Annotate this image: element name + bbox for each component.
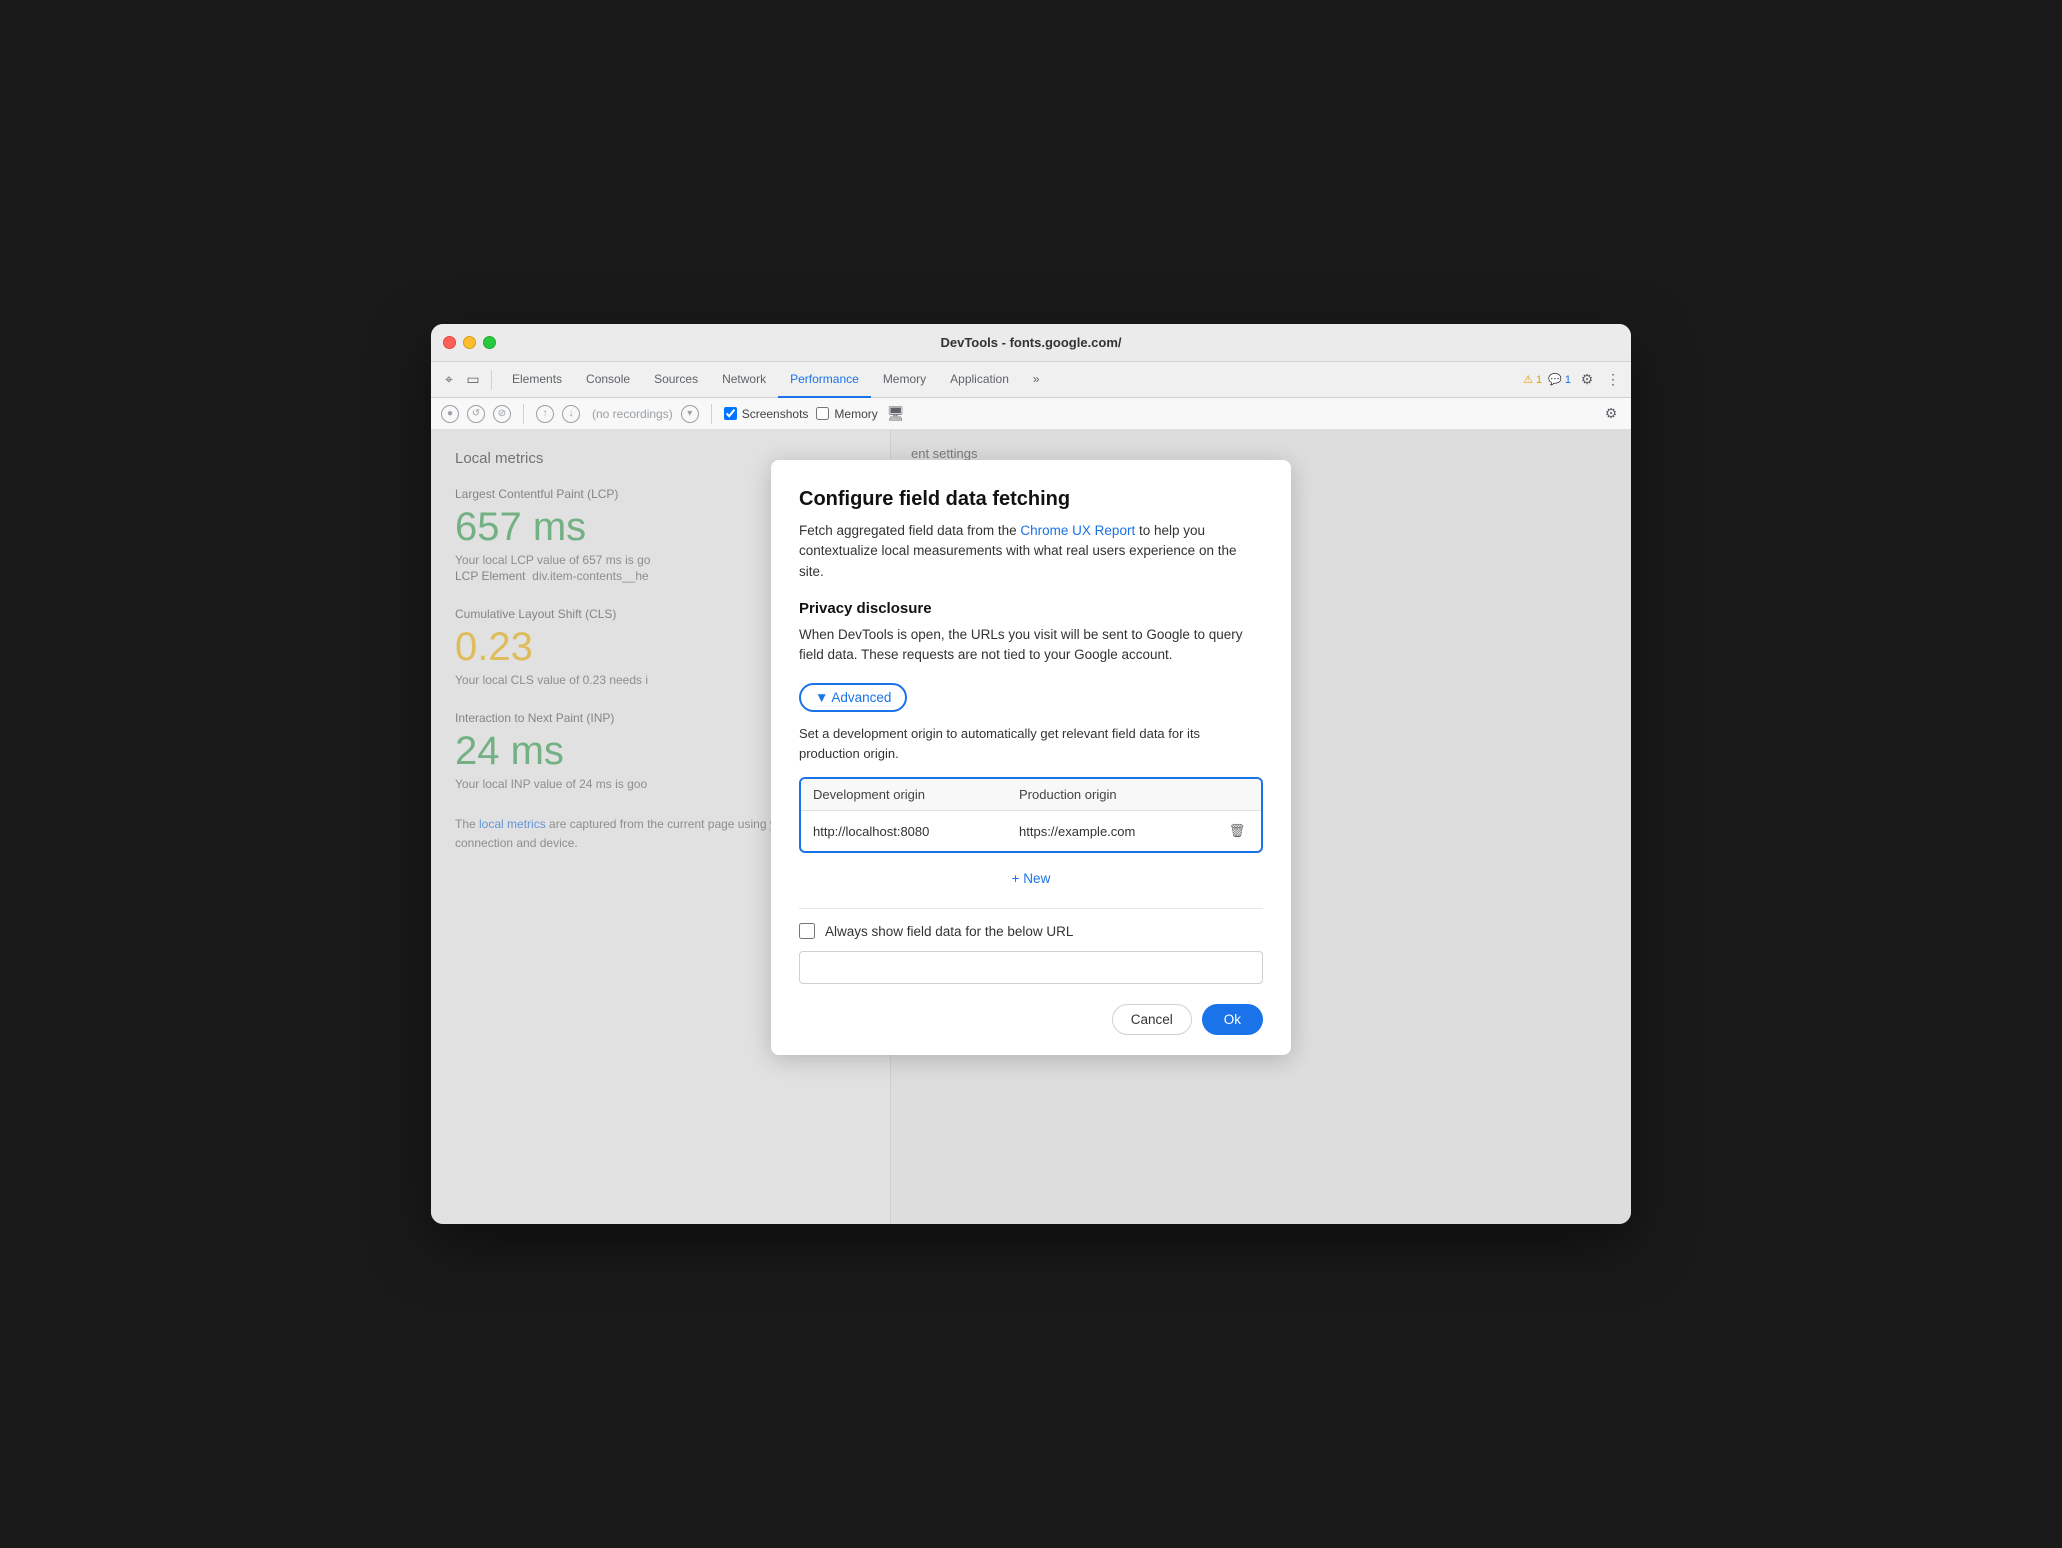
download-icon[interactable]: ↓ <box>562 405 580 423</box>
advanced-toggle[interactable]: ▼ Advanced <box>799 683 907 712</box>
add-new-label: + New <box>1012 871 1051 886</box>
advanced-label: ▼ Advanced <box>815 690 891 705</box>
modal-description: Fetch aggregated field data from the Chr… <box>799 521 1263 582</box>
main-area: Local metrics Largest Contentful Paint (… <box>431 430 1631 1224</box>
reload-icon[interactable]: ↺ <box>467 405 485 423</box>
warnings-count: 1 <box>1536 374 1542 386</box>
prod-origin-cell: https://example.com <box>1007 811 1213 852</box>
add-new-button[interactable]: + New <box>799 863 1263 894</box>
modal-overlay: Configure field data fetching Fetch aggr… <box>431 430 1631 1224</box>
screenshots-checkbox[interactable] <box>724 407 737 420</box>
col-actions-header <box>1213 779 1261 811</box>
modal-title: Configure field data fetching <box>799 488 1263 511</box>
url-input[interactable] <box>799 951 1263 984</box>
titlebar: DevTools - fonts.google.com/ <box>431 324 1631 362</box>
privacy-desc: When DevTools is open, the URLs you visi… <box>799 625 1263 666</box>
tab-console[interactable]: Console <box>574 362 642 398</box>
separator2 <box>523 404 524 424</box>
close-button[interactable] <box>443 336 456 349</box>
sec-toolbar-right: ⚙ <box>1601 404 1621 424</box>
chrome-ux-link[interactable]: Chrome UX Report <box>1020 523 1135 538</box>
tab-elements[interactable]: Elements <box>500 362 574 398</box>
memory-toolbar-icon[interactable]: 🖥 <box>886 404 906 424</box>
settings-icon[interactable]: ⚙ <box>1577 370 1597 390</box>
info-badge[interactable]: 💬 1 <box>1548 373 1571 386</box>
always-show-row: Always show field data for the below URL <box>799 923 1263 939</box>
modal-desc-prefix: Fetch aggregated field data from the <box>799 523 1017 538</box>
recording-label: (no recordings) <box>592 407 673 421</box>
delete-row-button[interactable]: 🗑 <box>1225 819 1249 843</box>
dropdown-icon[interactable]: ▾ <box>681 405 699 423</box>
traffic-lights <box>443 336 496 349</box>
divider <box>799 908 1263 909</box>
origin-table: Development origin Production origin htt… <box>801 779 1261 851</box>
memory-checkbox-label[interactable]: Memory <box>816 407 877 421</box>
info-count: 1 <box>1565 374 1571 386</box>
tab-network[interactable]: Network <box>710 362 778 398</box>
settings-secondary-icon[interactable]: ⚙ <box>1601 404 1621 424</box>
ok-button[interactable]: Ok <box>1202 1004 1263 1035</box>
delete-cell: 🗑 <box>1213 811 1261 852</box>
clear-icon[interactable]: ⊘ <box>493 405 511 423</box>
tab-performance[interactable]: Performance <box>778 362 871 398</box>
nav-tabs: Elements Console Sources Network Perform… <box>500 362 1519 398</box>
devtools-window: DevTools - fonts.google.com/ ⌖ ▭ Element… <box>431 324 1631 1224</box>
secondary-toolbar: ● ↺ ⊘ ↑ ↓ (no recordings) ▾ Screenshots … <box>431 398 1631 430</box>
window-title: DevTools - fonts.google.com/ <box>940 335 1121 350</box>
tab-sources[interactable]: Sources <box>642 362 710 398</box>
always-show-checkbox[interactable] <box>799 923 815 939</box>
tab-application[interactable]: Application <box>938 362 1021 398</box>
modal-footer: Cancel Ok <box>799 1000 1263 1035</box>
table-header-row: Development origin Production origin <box>801 779 1261 811</box>
toolbar-right: ⚠ 1 💬 1 ⚙ ⋮ <box>1523 370 1623 390</box>
more-icon[interactable]: ⋮ <box>1603 370 1623 390</box>
device-icon[interactable]: ▭ <box>463 370 483 390</box>
advanced-desc: Set a development origin to automaticall… <box>799 724 1263 763</box>
separator <box>491 370 492 390</box>
screenshots-checkbox-label[interactable]: Screenshots <box>724 407 809 421</box>
origin-table-container: Development origin Production origin htt… <box>799 777 1263 853</box>
cancel-button[interactable]: Cancel <box>1112 1004 1192 1035</box>
maximize-button[interactable] <box>483 336 496 349</box>
table-row: http://localhost:8080 https://example.co… <box>801 811 1261 852</box>
memory-label: Memory <box>834 407 877 421</box>
info-icon: 💬 <box>1548 373 1562 386</box>
separator3 <box>711 404 712 424</box>
warning-icon: ⚠ <box>1523 373 1533 386</box>
privacy-title: Privacy disclosure <box>799 600 1263 617</box>
devtools-toolbar: ⌖ ▭ Elements Console Sources Network Per… <box>431 362 1631 398</box>
record-icon[interactable]: ● <box>441 405 459 423</box>
dev-origin-cell: http://localhost:8080 <box>801 811 1007 852</box>
col-prod-origin-header: Production origin <box>1007 779 1213 811</box>
cursor-icon[interactable]: ⌖ <box>439 370 459 390</box>
warnings-badge[interactable]: ⚠ 1 <box>1523 373 1542 386</box>
tab-more[interactable]: » <box>1021 362 1052 398</box>
modal: Configure field data fetching Fetch aggr… <box>771 460 1291 1055</box>
col-dev-origin-header: Development origin <box>801 779 1007 811</box>
upload-icon[interactable]: ↑ <box>536 405 554 423</box>
minimize-button[interactable] <box>463 336 476 349</box>
memory-checkbox[interactable] <box>816 407 829 420</box>
always-show-label: Always show field data for the below URL <box>825 924 1073 939</box>
tab-memory[interactable]: Memory <box>871 362 938 398</box>
screenshots-label: Screenshots <box>742 407 809 421</box>
